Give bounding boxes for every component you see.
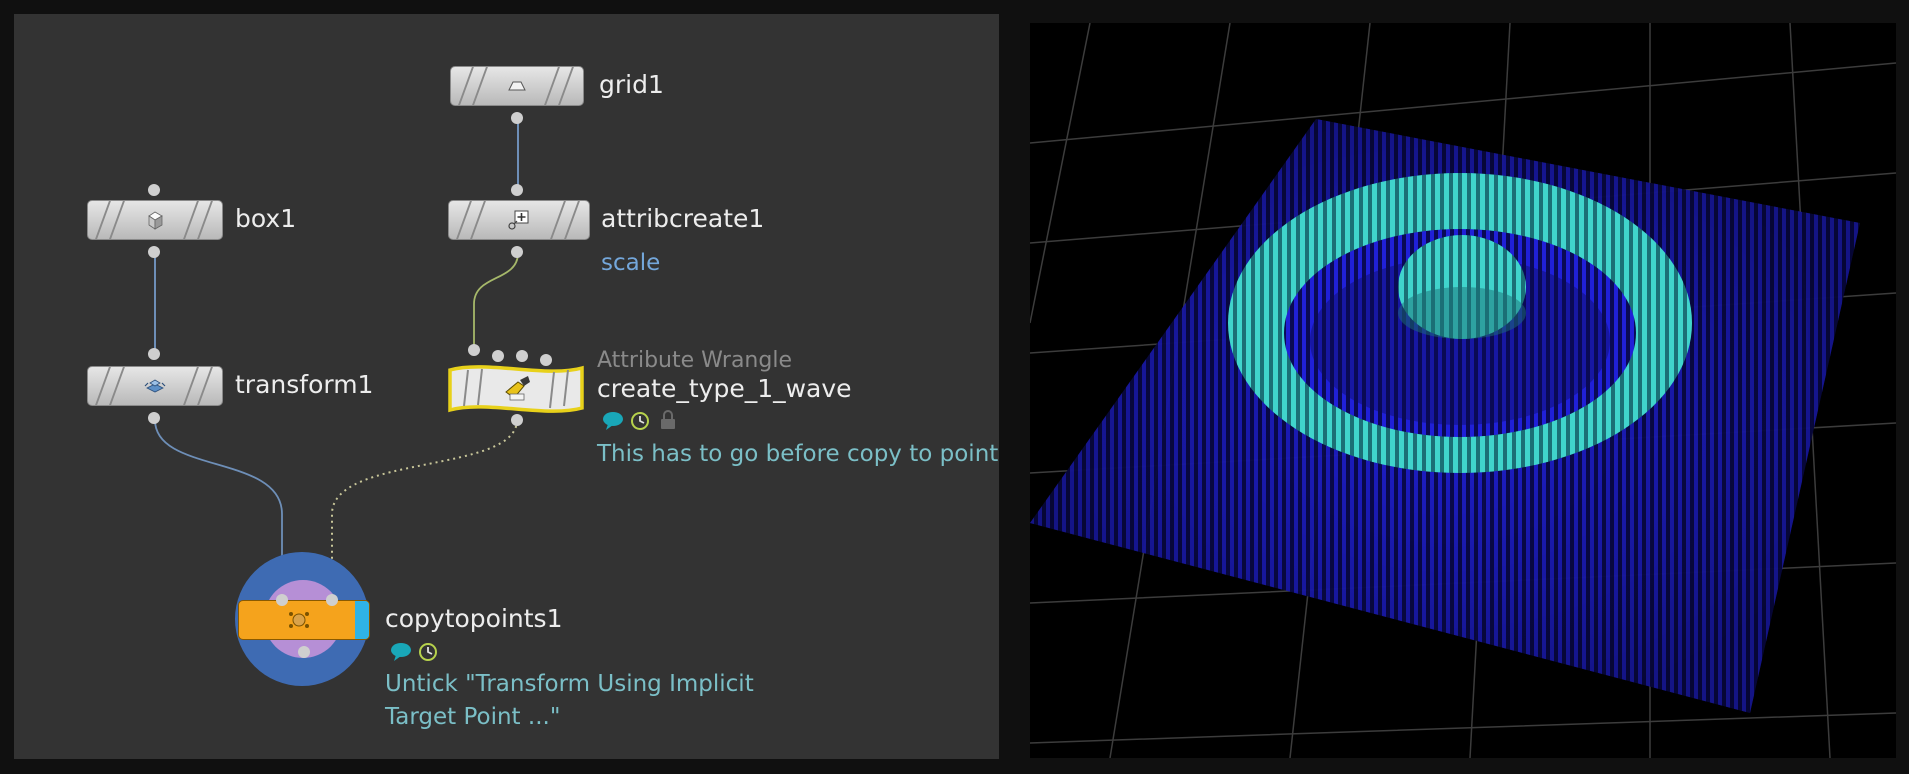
grid1-output-port[interactable] bbox=[511, 112, 523, 124]
copytopoints-output-port[interactable] bbox=[298, 646, 310, 658]
copytopoints-comment-line1: Untick "Transform Using Implicit bbox=[385, 671, 754, 697]
wire-attribcreate-wrangle[interactable] bbox=[473, 252, 519, 347]
time-dependent-icon[interactable] bbox=[630, 411, 650, 431]
box1-input-port[interactable] bbox=[148, 184, 160, 196]
attribcreate1-output-port[interactable] bbox=[511, 246, 523, 258]
transform1-output-port[interactable] bbox=[148, 412, 160, 424]
wrangle-icon bbox=[505, 376, 530, 401]
grid-icon bbox=[508, 81, 526, 91]
copytopoints-input-port-1[interactable] bbox=[276, 594, 288, 606]
attribcreate1-label: attribcreate1 bbox=[601, 204, 765, 233]
node-transform1-body[interactable] bbox=[87, 366, 223, 406]
wrangle-input-port-2[interactable] bbox=[492, 350, 504, 362]
node-box1-body[interactable] bbox=[87, 200, 223, 240]
wrangle-output-port[interactable] bbox=[511, 414, 523, 426]
transform1-label: transform1 bbox=[235, 370, 374, 399]
node-attribcreate1-body[interactable] bbox=[448, 200, 590, 240]
attribcreate-icon bbox=[508, 210, 529, 230]
copytopoints-comment-line2: Target Point ..." bbox=[385, 704, 561, 730]
wire-transform-copytopoints[interactable] bbox=[154, 419, 283, 584]
copytopoints-input-port-2[interactable] bbox=[326, 594, 338, 606]
grid1-label: grid1 bbox=[599, 70, 664, 99]
wrangle-input-port-3[interactable] bbox=[516, 350, 528, 362]
attribcreate1-tag: scale bbox=[601, 250, 661, 276]
copytopoints1-label: copytopoints1 bbox=[385, 604, 563, 633]
copytopoints-icon bbox=[288, 612, 309, 628]
node-grid1-body[interactable] bbox=[450, 66, 584, 106]
wave-center-dome bbox=[1398, 235, 1526, 339]
wrangle-comment: This has to go before copy to points bbox=[597, 441, 999, 467]
wrangle-label: create_type_1_wave bbox=[597, 374, 852, 403]
wrangle-type-label: Attribute Wrangle bbox=[597, 348, 792, 373]
time-dependent-icon[interactable] bbox=[418, 642, 438, 662]
viewport-canvas bbox=[1030, 23, 1896, 758]
transform-icon bbox=[144, 379, 166, 393]
wrangle-input-port-1[interactable] bbox=[468, 344, 480, 356]
display-flag[interactable] bbox=[355, 601, 369, 639]
box-icon bbox=[148, 211, 163, 230]
attribcreate1-input-port[interactable] bbox=[511, 184, 523, 196]
scene-viewport[interactable] bbox=[1030, 23, 1896, 758]
network-editor[interactable]: grid1 box1 attribcreate1 scale transform… bbox=[14, 14, 999, 759]
box1-label: box1 bbox=[235, 204, 297, 233]
transform1-input-port[interactable] bbox=[148, 348, 160, 360]
comment-icon[interactable] bbox=[602, 411, 624, 431]
box1-output-port[interactable] bbox=[148, 246, 160, 258]
wire-wrangle-copytopoints-dotted[interactable] bbox=[331, 419, 518, 584]
node-copytopoints1-body[interactable] bbox=[238, 600, 370, 640]
comment-icon[interactable] bbox=[390, 642, 412, 662]
lock-icon[interactable] bbox=[658, 409, 678, 431]
